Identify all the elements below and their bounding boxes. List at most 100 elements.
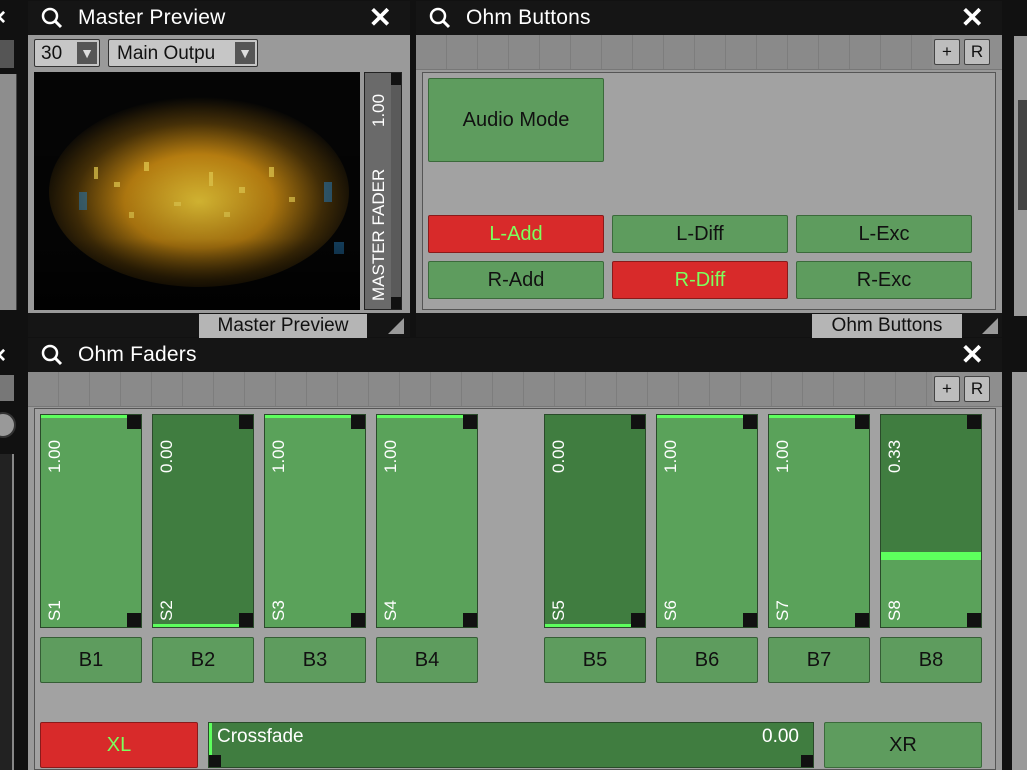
close-icon[interactable]: ✕ (369, 4, 392, 32)
fader-label: S5 (549, 600, 568, 621)
fader-handle-bottom[interactable] (351, 613, 365, 627)
fader-handle-bottom[interactable] (463, 613, 477, 627)
master-preview-titlebar: Master Preview ✕ (28, 1, 410, 35)
fader-handle-bottom[interactable] (127, 613, 141, 627)
fader-handle-bottom[interactable] (743, 613, 757, 627)
fader-handle-top[interactable] (855, 415, 869, 429)
r-exc-button[interactable]: R-Exc (796, 261, 972, 299)
master-fader[interactable]: MASTER FADER 1.00 (364, 72, 402, 310)
fader-s8[interactable]: 0.33 S8 (880, 414, 982, 628)
master-preview-body: 30 ▼ Main Outpu ▼ MASTER FADER 1.00 (28, 35, 410, 313)
ohm-buttons-body: + R Audio Mode L-Add L-Diff L-Exc R-Add … (416, 35, 1002, 315)
r-add-button[interactable]: R-Add (428, 261, 604, 299)
fader-handle-top[interactable] (967, 415, 981, 429)
left-edge-close-icon[interactable]: × (0, 4, 6, 32)
search-icon[interactable] (38, 4, 66, 32)
fader-level-line (153, 624, 239, 627)
fader-handle-bottom[interactable] (239, 613, 253, 627)
preview-image (34, 72, 360, 310)
toolbar-cells (28, 372, 932, 406)
left-edge-knob[interactable] (0, 412, 16, 438)
master-fader-handle-top[interactable] (391, 73, 401, 85)
fader-handle-top[interactable] (351, 415, 365, 429)
right-edge-inner (1018, 100, 1027, 210)
master-preview-tab[interactable]: Master Preview (199, 314, 367, 338)
crossfade-handle-right[interactable] (801, 755, 813, 767)
bank-button-b8[interactable]: B8 (880, 637, 982, 683)
chevron-down-icon: ▼ (235, 42, 255, 64)
add-button[interactable]: + (934, 376, 960, 402)
fader-s4[interactable]: 1.00 S4 (376, 414, 478, 628)
fader-handle-bottom[interactable] (631, 613, 645, 627)
bank-button-b4[interactable]: B4 (376, 637, 478, 683)
r-diff-button[interactable]: R-Diff (612, 261, 788, 299)
fader-value: 0.00 (549, 439, 568, 473)
crossfade-slider[interactable]: Crossfade 0.00 (208, 722, 814, 768)
fader-handle-bottom[interactable] (855, 613, 869, 627)
fader-value: 1.00 (45, 439, 64, 473)
ohm-buttons-titlebar: Ohm Buttons ✕ (416, 1, 1002, 35)
l-exc-button[interactable]: L-Exc (796, 215, 972, 253)
add-button[interactable]: + (934, 39, 960, 65)
ohm-buttons-toolbar: + R (416, 35, 1002, 70)
ohm-faders-title: Ohm Faders (78, 343, 197, 366)
bank-button-b3[interactable]: B3 (264, 637, 366, 683)
reset-button[interactable]: R (964, 376, 990, 402)
fader-handle-bottom[interactable] (967, 613, 981, 627)
ohm-buttons-title: Ohm Buttons (466, 6, 591, 29)
tab-arrow-icon (982, 318, 998, 334)
fader-level-line (657, 415, 743, 418)
ohm-faders-toolbar: + R (28, 372, 1002, 407)
audio-mode-button[interactable]: Audio Mode (428, 78, 604, 162)
bank-button-b1[interactable]: B1 (40, 637, 142, 683)
left-edge-content-2 (0, 454, 14, 770)
fader-s3[interactable]: 1.00 S3 (264, 414, 366, 628)
right-edge-body-2 (1012, 372, 1027, 770)
xr-button[interactable]: XR (824, 722, 982, 768)
crossfade-position-line (209, 723, 212, 755)
left-edge-panel: × × (0, 0, 24, 770)
fader-s1[interactable]: 1.00 S1 (40, 414, 142, 628)
fps-select[interactable]: 30 ▼ (34, 39, 100, 67)
fader-s6[interactable]: 1.00 S6 (656, 414, 758, 628)
close-icon[interactable]: ✕ (961, 341, 984, 369)
fader-s2[interactable]: 0.00 S2 (152, 414, 254, 628)
fader-value: 1.00 (773, 439, 792, 473)
fader-handle-top[interactable] (631, 415, 645, 429)
fader-value: 1.00 (661, 439, 680, 473)
fader-handle-top[interactable] (127, 415, 141, 429)
master-fader-label: MASTER FADER (369, 168, 388, 301)
output-select[interactable]: Main Outpu ▼ (108, 39, 258, 67)
left-edge-dropdown-2[interactable] (0, 375, 14, 401)
ohm-buttons-inner: Audio Mode L-Add L-Diff L-Exc R-Add R-Di… (422, 72, 996, 310)
left-edge-dropdown[interactable] (0, 40, 14, 68)
bank-button-b2[interactable]: B2 (152, 637, 254, 683)
fader-handle-top[interactable] (463, 415, 477, 429)
master-fader-handle-bottom[interactable] (391, 297, 401, 309)
xl-button[interactable]: XL (40, 722, 198, 768)
fader-value: 0.00 (157, 439, 176, 473)
reset-button[interactable]: R (964, 39, 990, 65)
fader-s7[interactable]: 1.00 S7 (768, 414, 870, 628)
l-diff-button[interactable]: L-Diff (612, 215, 788, 253)
fader-handle-top[interactable] (239, 415, 253, 429)
chevron-down-icon: ▼ (77, 42, 97, 64)
fader-level-line (41, 415, 127, 418)
fader-handle-top[interactable] (743, 415, 757, 429)
ohm-buttons-tab[interactable]: Ohm Buttons (812, 314, 962, 338)
fader-level-line (545, 624, 631, 627)
crossfade-handle-left[interactable] (209, 755, 221, 767)
fader-label: S1 (45, 600, 64, 621)
fader-s5[interactable]: 0.00 S5 (544, 414, 646, 628)
ohm-faders-titlebar: Ohm Faders ✕ (28, 338, 1002, 372)
bank-button-b5[interactable]: B5 (544, 637, 646, 683)
bank-button-b6[interactable]: B6 (656, 637, 758, 683)
fader-level-line (769, 415, 855, 418)
search-icon[interactable] (38, 341, 66, 369)
fader-level-line (881, 552, 981, 560)
bank-button-b7[interactable]: B7 (768, 637, 870, 683)
l-add-button[interactable]: L-Add (428, 215, 604, 253)
close-icon[interactable]: ✕ (961, 4, 984, 32)
search-icon[interactable] (426, 4, 454, 32)
left-edge-close-icon-2[interactable]: × (0, 342, 6, 370)
